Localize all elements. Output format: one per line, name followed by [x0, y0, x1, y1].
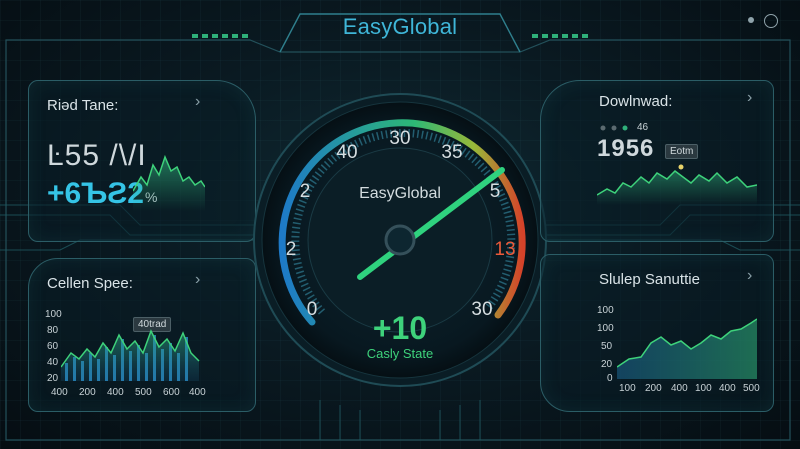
sparkline-chart	[133, 154, 205, 211]
chevron-right-icon[interactable]: ›	[195, 93, 200, 111]
app-title: EasyGlobal	[342, 14, 458, 39]
y-tick: 40	[47, 357, 59, 368]
x-tick: 400	[671, 383, 688, 394]
panel-sleep-sanity[interactable]: Slulep Sanuttie › 100 100 50 20 0 100 20…	[540, 254, 774, 412]
panel-value: 1956	[597, 135, 655, 162]
x-tick: 500	[135, 387, 152, 398]
gauge-value: +10	[372, 310, 428, 346]
y-tick: 60	[47, 341, 59, 352]
panel-download[interactable]: Dowlnwad: › 46 1956 Eotm	[540, 80, 774, 242]
x-tick: 400	[189, 387, 206, 398]
dots-icon	[600, 125, 628, 131]
panel-title: Dowlnwad:	[599, 93, 673, 110]
window-control-icon[interactable]	[748, 17, 754, 23]
x-tick: 400	[51, 387, 68, 398]
y-tick: 0	[607, 373, 613, 384]
chevron-right-icon[interactable]: ›	[747, 89, 752, 107]
bar-line-chart	[61, 329, 200, 381]
x-tick: 600	[163, 387, 180, 398]
panel-cell-speed[interactable]: Cellen Spee: › 40trad 100 80 60 40 20 0 …	[28, 258, 256, 412]
x-tick: 200	[645, 383, 662, 394]
y-tick: 100	[45, 309, 62, 320]
x-tick: 100	[619, 383, 636, 394]
area-chart	[617, 318, 757, 379]
chart-tag: Eotm	[665, 144, 699, 159]
panel-title: Cellen Spee:	[47, 275, 133, 292]
small-label: 46	[637, 122, 649, 133]
chevron-right-icon[interactable]: ›	[195, 271, 200, 289]
gauge-scale-label: 2	[285, 239, 297, 260]
gauge-scale-label: 40	[336, 142, 358, 163]
gauge-title: EasyGlobal	[359, 185, 441, 202]
y-tick: 50	[601, 341, 613, 352]
y-tick: 20	[47, 373, 59, 384]
gauge-scale-label: 35	[441, 142, 463, 163]
x-tick: 400	[719, 383, 736, 394]
gauge-scale-label: 30	[389, 128, 411, 149]
x-tick: 100	[695, 383, 712, 394]
window-control-icon[interactable]	[764, 14, 778, 28]
chevron-right-icon[interactable]: ›	[747, 267, 752, 285]
panel-read-time[interactable]: Riǝd Tane: › Ŀ55 /\/I +6ЪƧ2 %	[28, 80, 256, 242]
y-tick: 80	[47, 325, 59, 336]
panel-value: Ŀ55 /\/I	[47, 139, 147, 172]
x-tick: 500	[743, 383, 760, 394]
panel-title: Slulep Sanuttie	[599, 271, 700, 288]
panel-title: Riǝd Tane:	[47, 97, 119, 114]
x-tick: 200	[79, 387, 96, 398]
header: EasyGlobal	[0, 0, 800, 50]
x-tick: 400	[107, 387, 124, 398]
gauge-scale-label: 13	[494, 239, 516, 260]
gauge-caption: Casly State	[366, 346, 434, 361]
y-tick: 100	[597, 305, 614, 316]
area-chart	[597, 164, 757, 205]
y-tick: 20	[601, 359, 613, 370]
y-tick: 100	[597, 323, 614, 334]
panel-stat: +6ЪƧ2	[47, 177, 144, 210]
